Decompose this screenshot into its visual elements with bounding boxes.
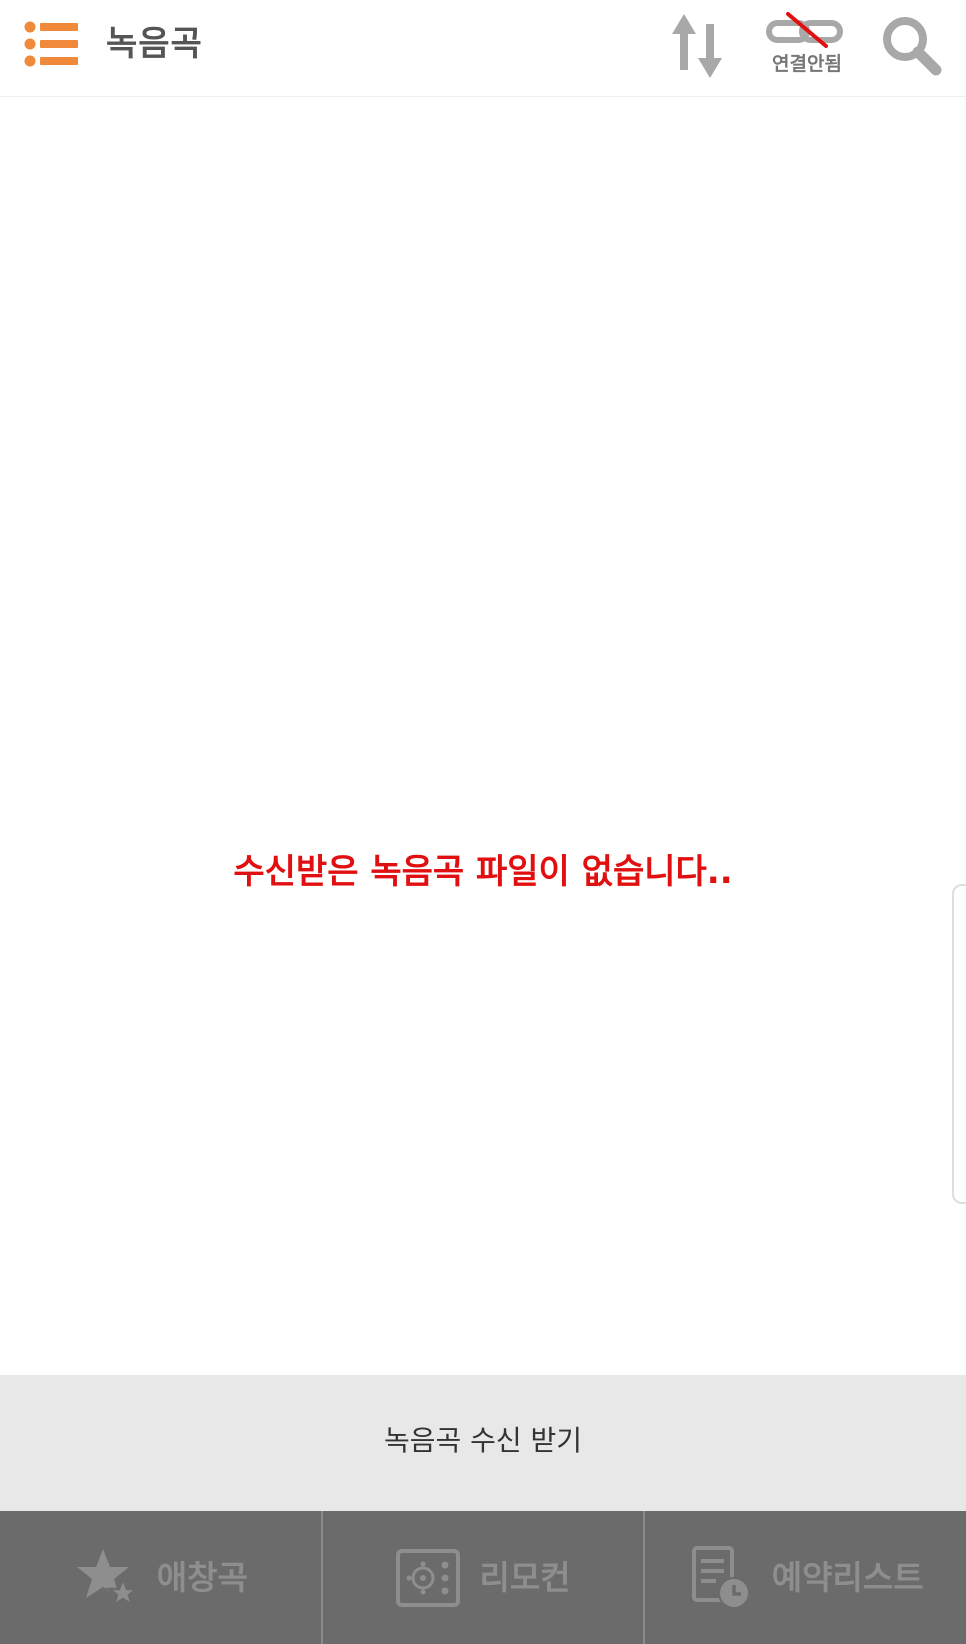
remote-icon <box>396 1548 461 1607</box>
page-title: 녹음곡 <box>106 24 203 64</box>
search-icon <box>883 17 942 76</box>
star-icon <box>76 1548 139 1608</box>
nav-remote[interactable]: 리모컨 <box>320 1511 644 1644</box>
connection-status[interactable]: 연결안됨 <box>762 12 852 78</box>
sort-button[interactable] <box>666 12 728 80</box>
empty-state-message: 수신받은 녹음곡 파일이 없습니다.. <box>233 852 733 892</box>
nav-favorites[interactable]: 애창곡 <box>0 1511 321 1644</box>
nav-favorites-label: 애창곡 <box>156 1557 248 1597</box>
menu-button[interactable] <box>24 20 82 68</box>
list-menu-icon <box>24 21 78 67</box>
edge-panel-handle[interactable] <box>952 884 966 1204</box>
sort-arrows-icon <box>672 14 722 78</box>
connection-status-label: 연결안됨 <box>772 53 842 75</box>
receive-recordings-label: 녹음곡 수신 받기 <box>383 1424 583 1457</box>
app-header: 녹음곡 연결안됨 <box>0 0 966 97</box>
nav-reservation-list-label: 예약리스트 <box>771 1557 924 1597</box>
nav-reservation-list[interactable]: 예약리스트 <box>643 1511 966 1644</box>
bottom-navigation: 애창곡 리모컨 예약리스트 <box>0 1511 966 1644</box>
recording-list-area: 수신받은 녹음곡 파일이 없습니다.. <box>0 97 966 1375</box>
search-button[interactable] <box>880 14 944 78</box>
receive-recordings-button[interactable]: 녹음곡 수신 받기 <box>0 1375 966 1511</box>
nav-remote-label: 리모컨 <box>479 1557 571 1597</box>
link-broken-icon <box>766 12 843 48</box>
app-screen: 녹음곡 연결안됨 수신받은 녹음곡 파일이 없습니다.. 녹음곡 수신 받기 애… <box>0 0 966 1644</box>
reservation-list-icon <box>691 1545 750 1609</box>
